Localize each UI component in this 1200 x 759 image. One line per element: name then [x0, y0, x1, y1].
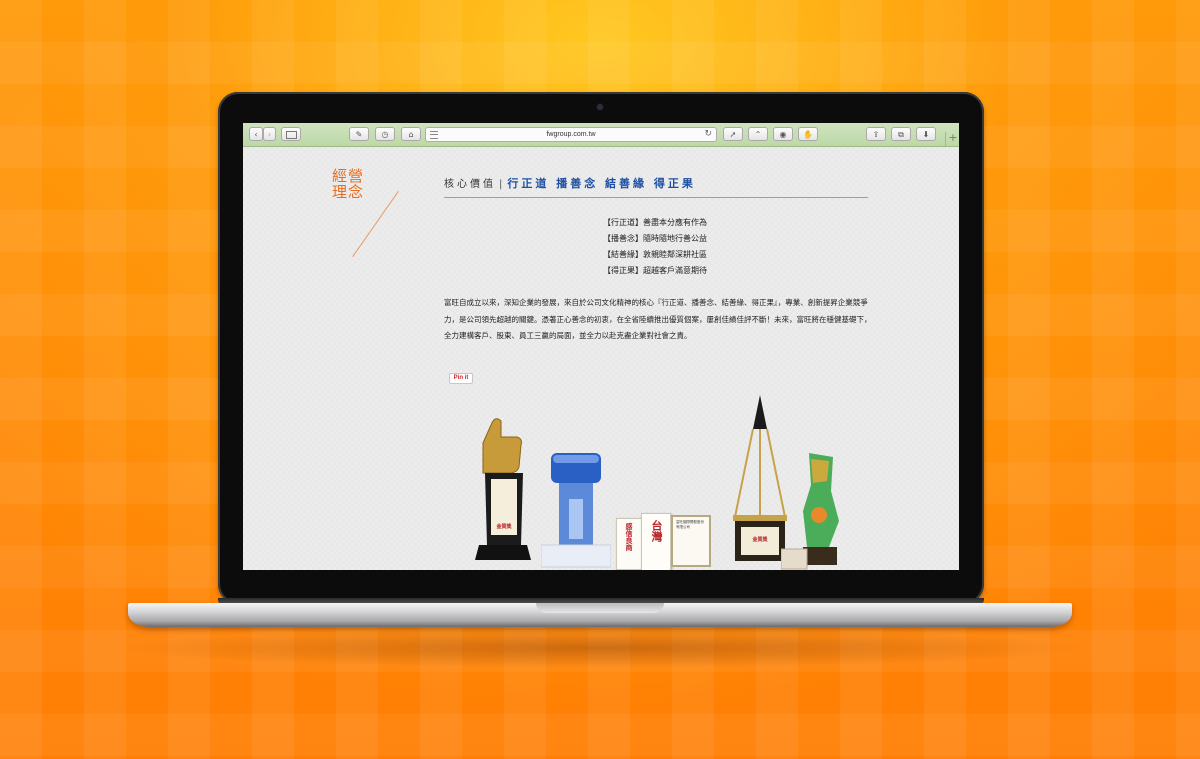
- block-button[interactable]: ◉: [773, 127, 793, 141]
- green-glass-trophy: [780, 451, 853, 570]
- trophy-showcase: 金質獎 感信良商 台灣 富旺國際開發股份有限公司 金質獎: [243, 147, 959, 570]
- sidebar-toggle-button[interactable]: [281, 127, 301, 141]
- web-page: 經營 理念 核心價值 | 行正道 播善念 結善緣 得正果 【行正道】善盡本分應有作為…: [243, 147, 959, 570]
- plaque-text: 感信良商: [625, 523, 633, 551]
- download-button[interactable]: ⬇: [916, 127, 936, 141]
- laptop-shadow: [110, 628, 1090, 668]
- share-button[interactable]: ⇪: [866, 127, 886, 141]
- plaque-calligraphy-2: 台灣: [641, 513, 671, 570]
- award-label: 金質獎: [752, 537, 768, 543]
- laptop-notch: [536, 603, 664, 613]
- sidebar-icon: [285, 130, 297, 139]
- new-tab-button[interactable]: +: [945, 132, 959, 146]
- tabs-overview-button[interactable]: ⧉: [891, 127, 911, 141]
- laptop-screen: ‹ › ✎ ◷ ⌂ fwgroup.com.tw ↻ ➚ ⌃ ◉ ✋ ⇪ ⧉ ⬇…: [243, 123, 959, 570]
- history-button[interactable]: ◷: [375, 127, 395, 141]
- certificate-text: 富旺國際開發股份有限公司: [676, 520, 704, 529]
- blue-crystal-trophy: [540, 449, 612, 570]
- plaque-calligraphy-1: 感信良商: [616, 518, 642, 570]
- forward-button[interactable]: ›: [263, 127, 276, 141]
- home-button[interactable]: ⌂: [401, 127, 421, 141]
- thumbs-up-trophy: 金質獎: [473, 415, 533, 570]
- camera-icon: [597, 104, 603, 110]
- award-label: 金質獎: [496, 524, 512, 530]
- pointer-tool-button[interactable]: ➚: [723, 127, 743, 141]
- url-text: fwgroup.com.tw: [546, 131, 596, 138]
- annotate-button[interactable]: ✎: [349, 127, 369, 141]
- reload-icon[interactable]: ↻: [704, 128, 712, 141]
- thumbs-down-button[interactable]: ✋: [798, 127, 818, 141]
- browser-toolbar: ‹ › ✎ ◷ ⌂ fwgroup.com.tw ↻ ➚ ⌃ ◉ ✋ ⇪ ⧉ ⬇…: [243, 123, 959, 147]
- address-bar[interactable]: fwgroup.com.tw ↻: [425, 127, 717, 142]
- scroll-top-button[interactable]: ⌃: [748, 127, 768, 141]
- plaque-text: 台灣: [650, 520, 663, 542]
- back-button[interactable]: ‹: [249, 127, 263, 141]
- thumbs-up-icon: [475, 418, 531, 560]
- certificate-plaque: 富旺國際開發股份有限公司: [671, 515, 711, 567]
